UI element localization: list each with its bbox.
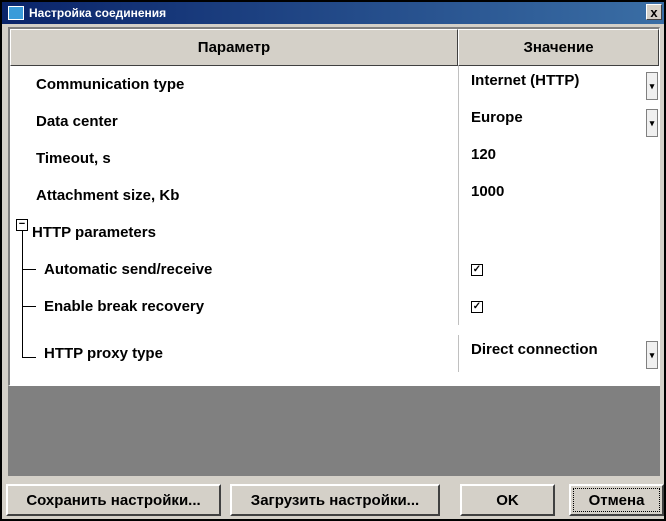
chevron-down-icon: ▾	[649, 81, 655, 91]
value-cell[interactable]: Internet (HTTP) ▾	[458, 66, 659, 103]
grid-empty-area	[8, 386, 660, 476]
checkmark-icon: ✓	[472, 301, 482, 312]
value-cell[interactable]: Direct connection ▾	[458, 335, 659, 372]
ok-button[interactable]: OK	[460, 484, 555, 516]
value-cell[interactable]: 1000	[458, 177, 659, 214]
close-button[interactable]: x	[646, 4, 662, 20]
param-name: Automatic send/receive	[44, 261, 213, 278]
param-name: Enable break recovery	[44, 298, 205, 315]
settings-grid: Параметр Значение Communication type Int…	[8, 27, 660, 386]
grid-header: Параметр Значение	[10, 29, 659, 66]
value-cell[interactable]: ✓	[458, 288, 659, 325]
grid-row-automatic-send-receive[interactable]: Automatic send/receive ✓	[10, 251, 659, 288]
param-name: Data center	[36, 113, 118, 130]
title-bar[interactable]: Настройка соединения x	[2, 2, 664, 24]
grid-row-timeout[interactable]: Timeout, s 120	[10, 140, 659, 177]
cancel-button[interactable]: Отмена	[569, 484, 664, 516]
dropdown-button[interactable]: ▾	[646, 72, 658, 100]
collapse-toggle-icon[interactable]: −	[16, 219, 28, 231]
break-recovery-checkbox[interactable]: ✓	[471, 301, 483, 313]
chevron-down-icon: ▾	[649, 350, 655, 360]
value-cell[interactable]: ✓	[458, 251, 659, 288]
param-name: Communication type	[36, 76, 185, 93]
param-name: HTTP proxy type	[44, 345, 163, 362]
dropdown-button[interactable]: ▾	[646, 341, 658, 369]
checkmark-icon: ✓	[472, 264, 482, 275]
grid-row-http-parameters[interactable]: − HTTP parameters	[10, 214, 659, 251]
window-icon	[8, 6, 24, 20]
grid-row-attachment-size[interactable]: Attachment size, Kb 1000	[10, 177, 659, 214]
value-cell[interactable]: Europe ▾	[458, 103, 659, 140]
column-header-value[interactable]: Значение	[458, 29, 659, 66]
load-settings-button[interactable]: Загрузить настройки...	[230, 484, 440, 516]
param-name: Attachment size, Kb	[36, 187, 180, 204]
chevron-down-icon: ▾	[649, 118, 655, 128]
param-group-name: HTTP parameters	[32, 224, 156, 241]
param-value: Internet (HTTP)	[471, 72, 580, 89]
grid-row-enable-break-recovery[interactable]: Enable break recovery ✓	[10, 288, 659, 325]
column-header-param[interactable]: Параметр	[10, 29, 458, 66]
auto-send-receive-checkbox[interactable]: ✓	[471, 264, 483, 276]
value-cell	[458, 214, 659, 251]
grid-row-data-center[interactable]: Data center Europe ▾	[10, 103, 659, 140]
dropdown-button[interactable]: ▾	[646, 109, 658, 137]
connection-settings-dialog: Настройка соединения x Параметр Значение…	[0, 0, 666, 521]
param-value: Direct connection	[471, 341, 598, 358]
param-name: Timeout, s	[36, 150, 111, 167]
param-value: Europe	[471, 109, 523, 126]
param-value: 1000	[471, 183, 505, 200]
grid-row-http-proxy-type[interactable]: HTTP proxy type Direct connection ▾	[10, 335, 659, 372]
value-cell[interactable]: 120	[458, 140, 659, 177]
param-value: 120	[471, 146, 497, 163]
grid-row-communication-type[interactable]: Communication type Internet (HTTP) ▾	[10, 66, 659, 103]
window-title: Настройка соединения	[29, 6, 167, 20]
save-settings-button[interactable]: Сохранить настройки...	[6, 484, 221, 516]
